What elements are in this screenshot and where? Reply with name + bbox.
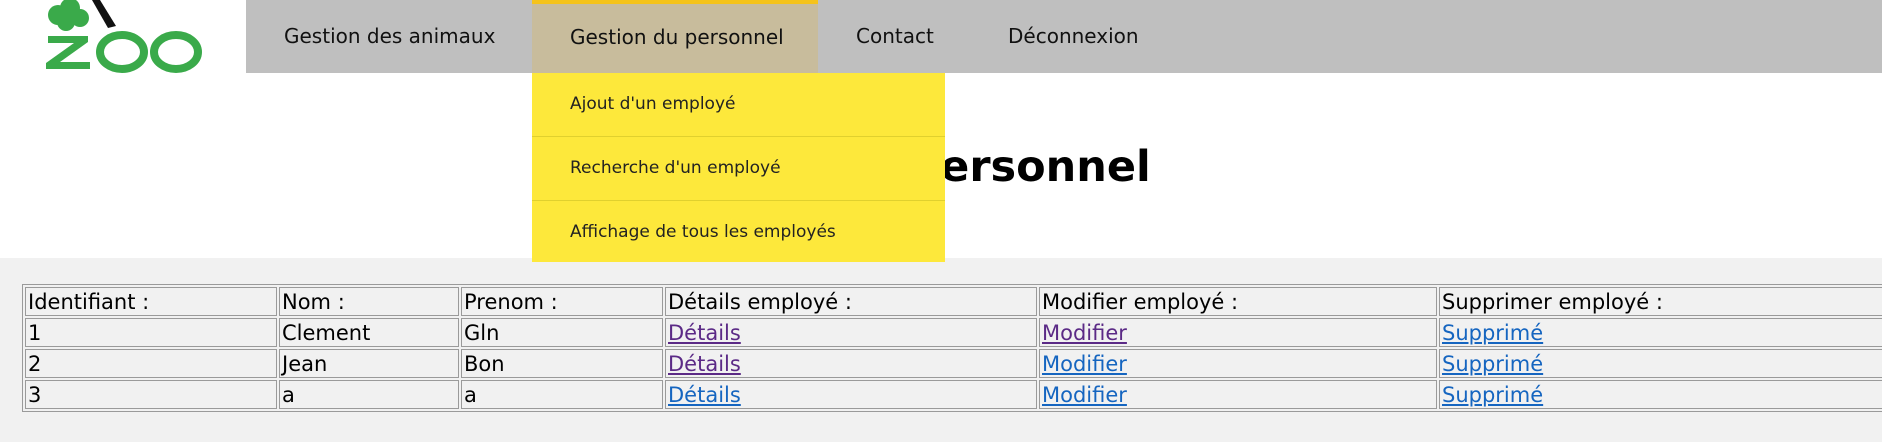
supprimer-link[interactable]: Supprimé: [1442, 321, 1543, 345]
menu-item-recherche-employe[interactable]: Recherche d'un employé: [532, 137, 945, 201]
cell-nom: Clement: [279, 318, 459, 347]
cell-id: 2: [25, 349, 277, 378]
cell-details: Détails: [665, 349, 1037, 378]
header: Gestion des animaux Gestion du personnel…: [0, 0, 1882, 73]
modifier-link[interactable]: Modifier: [1042, 321, 1127, 345]
cell-id: 1: [25, 318, 277, 347]
nav-deconnexion[interactable]: Déconnexion: [970, 0, 1190, 73]
tree-icon: [46, 0, 202, 73]
header-details: Détails employé :: [665, 287, 1037, 316]
staff-table: Identifiant : Nom : Prenom : Détails emp…: [22, 284, 1882, 412]
details-link[interactable]: Détails: [668, 352, 741, 376]
cell-supprimer: Supprimé: [1439, 318, 1882, 347]
nav-gestion-personnel[interactable]: Gestion du personnel: [532, 0, 818, 73]
header-identifiant: Identifiant :: [25, 287, 277, 316]
cell-supprimer: Supprimé: [1439, 380, 1882, 409]
zoo-logo[interactable]: [40, 0, 210, 73]
modifier-link[interactable]: Modifier: [1042, 352, 1127, 376]
cell-details: Détails: [665, 318, 1037, 347]
content-area: Identifiant : Nom : Prenom : Détails emp…: [0, 258, 1882, 442]
cell-details: Détails: [665, 380, 1037, 409]
table-row: 3 a a Détails Modifier Supprimé: [25, 380, 1882, 409]
cell-supprimer: Supprimé: [1439, 349, 1882, 378]
cell-prenom: a: [461, 380, 663, 409]
menu-item-ajout-employe[interactable]: Ajout d'un employé: [532, 73, 945, 137]
header-prenom: Prenom :: [461, 287, 663, 316]
header-supprimer: Supprimer employé :: [1439, 287, 1882, 316]
main-navbar: Gestion des animaux Gestion du personnel…: [246, 0, 1882, 73]
supprimer-link[interactable]: Supprimé: [1442, 352, 1543, 376]
details-link[interactable]: Détails: [668, 321, 741, 345]
cell-nom: Jean: [279, 349, 459, 378]
cell-prenom: Bon: [461, 349, 663, 378]
table-header-row: Identifiant : Nom : Prenom : Détails emp…: [25, 287, 1882, 316]
nav-gestion-animaux[interactable]: Gestion des animaux: [246, 0, 532, 73]
cell-modifier: Modifier: [1039, 349, 1437, 378]
nav-contact[interactable]: Contact: [818, 0, 970, 73]
modifier-link[interactable]: Modifier: [1042, 383, 1127, 407]
details-link[interactable]: Détails: [668, 383, 741, 407]
cell-nom: a: [279, 380, 459, 409]
header-nom: Nom :: [279, 287, 459, 316]
cell-modifier: Modifier: [1039, 380, 1437, 409]
personnel-dropdown-menu: Ajout d'un employé Recherche d'un employ…: [532, 73, 945, 262]
table-row: 2 Jean Bon Détails Modifier Supprimé: [25, 349, 1882, 378]
table-row: 1 Clement Gln Détails Modifier Supprimé: [25, 318, 1882, 347]
supprimer-link[interactable]: Supprimé: [1442, 383, 1543, 407]
cell-prenom: Gln: [461, 318, 663, 347]
cell-modifier: Modifier: [1039, 318, 1437, 347]
cell-id: 3: [25, 380, 277, 409]
menu-item-affichage-employes[interactable]: Affichage de tous les employés: [532, 201, 945, 264]
header-modifier: Modifier employé :: [1039, 287, 1437, 316]
